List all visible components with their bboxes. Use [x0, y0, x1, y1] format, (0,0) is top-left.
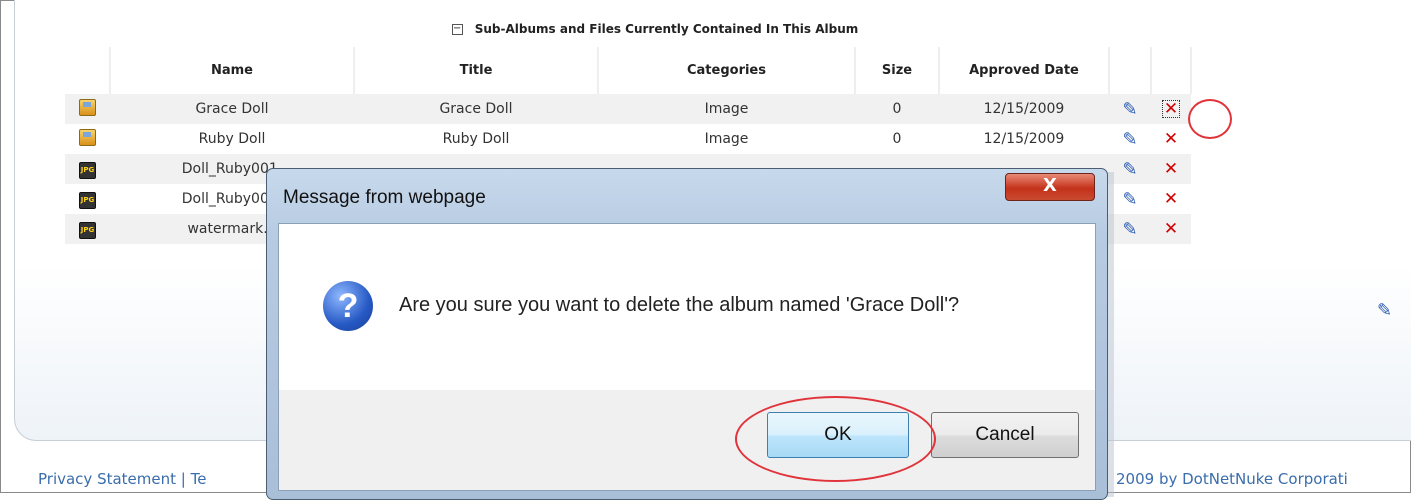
album-icon[interactable]	[79, 128, 96, 146]
jpg-file-icon[interactable]: JPG	[79, 191, 96, 209]
close-icon[interactable]: X	[1005, 173, 1095, 201]
row-icon-cell	[65, 124, 110, 154]
delete-icon[interactable]: ✕	[1164, 129, 1178, 149]
edit-icon[interactable]: ✎	[1122, 189, 1137, 210]
footer-links[interactable]: Privacy Statement | Te	[38, 470, 206, 488]
edit-icon[interactable]: ✎	[1122, 219, 1137, 240]
jpg-file-icon[interactable]: JPG	[79, 221, 96, 239]
table-header-row: Name Title Categories Size Approved Date	[65, 47, 1192, 94]
row-icon-cell: JPG	[65, 184, 110, 214]
collapse-toggle[interactable]: −	[451, 24, 463, 35]
row-category: Image	[598, 94, 855, 124]
delete-highlight-ring	[1188, 99, 1232, 139]
header-name[interactable]: Name	[110, 47, 355, 94]
section-title: Sub-Albums and Files Currently Contained…	[474, 22, 859, 36]
edit-icon[interactable]: ✎	[1122, 99, 1137, 120]
question-icon: ?	[323, 281, 373, 331]
album-icon[interactable]	[79, 98, 96, 116]
edit-icon[interactable]: ✎	[1122, 129, 1137, 150]
section-header: − Sub-Albums and Files Currently Containe…	[15, 22, 1295, 36]
table-row: Grace Doll Grace Doll Image 0 12/15/2009…	[65, 94, 1191, 124]
row-title: Ruby Doll	[354, 124, 598, 154]
footer-copyright: 2009 by DotNetNuke Corporati	[1116, 470, 1348, 488]
delete-icon[interactable]: ✕	[1164, 219, 1178, 239]
row-size: 0	[855, 124, 939, 154]
dialog-button-bar: OK Cancel	[278, 390, 1096, 491]
header-edit-column	[1109, 47, 1152, 94]
row-name[interactable]: Ruby Doll	[110, 124, 354, 154]
row-icon-cell	[65, 94, 110, 124]
row-name[interactable]: Grace Doll	[110, 94, 354, 124]
confirm-dialog: Message from webpage X ? Are you sure yo…	[266, 168, 1108, 500]
row-icon-cell: JPG	[65, 154, 110, 184]
header-approved-date[interactable]: Approved Date	[939, 47, 1110, 94]
row-title: Grace Doll	[354, 94, 598, 124]
delete-icon[interactable]: ✕	[1162, 100, 1180, 118]
edit-album-icon[interactable]: ✎	[1377, 300, 1392, 321]
table-row: Ruby Doll Ruby Doll Image 0 12/15/2009 ✎…	[65, 124, 1191, 154]
header-icon-column	[65, 47, 111, 94]
cancel-button[interactable]: Cancel	[931, 412, 1079, 458]
dialog-title: Message from webpage	[283, 187, 486, 208]
dialog-body: ? Are you sure you want to delete the al…	[278, 223, 1096, 391]
row-icon-cell: JPG	[65, 214, 110, 244]
jpg-file-icon[interactable]: JPG	[79, 161, 96, 179]
header-categories[interactable]: Categories	[598, 47, 856, 94]
header-title[interactable]: Title	[354, 47, 599, 94]
dialog-message: Are you sure you want to delete the albu…	[399, 294, 960, 316]
row-approved-date: 12/15/2009	[939, 94, 1109, 124]
edit-icon[interactable]: ✎	[1122, 159, 1137, 180]
row-approved-date: 12/15/2009	[939, 124, 1109, 154]
row-size: 0	[855, 94, 939, 124]
header-delete-column	[1151, 47, 1192, 94]
delete-icon[interactable]: ✕	[1164, 159, 1178, 179]
delete-icon[interactable]: ✕	[1164, 189, 1178, 209]
row-category: Image	[598, 124, 855, 154]
ok-highlight-ring	[735, 396, 936, 482]
header-size[interactable]: Size	[855, 47, 940, 94]
